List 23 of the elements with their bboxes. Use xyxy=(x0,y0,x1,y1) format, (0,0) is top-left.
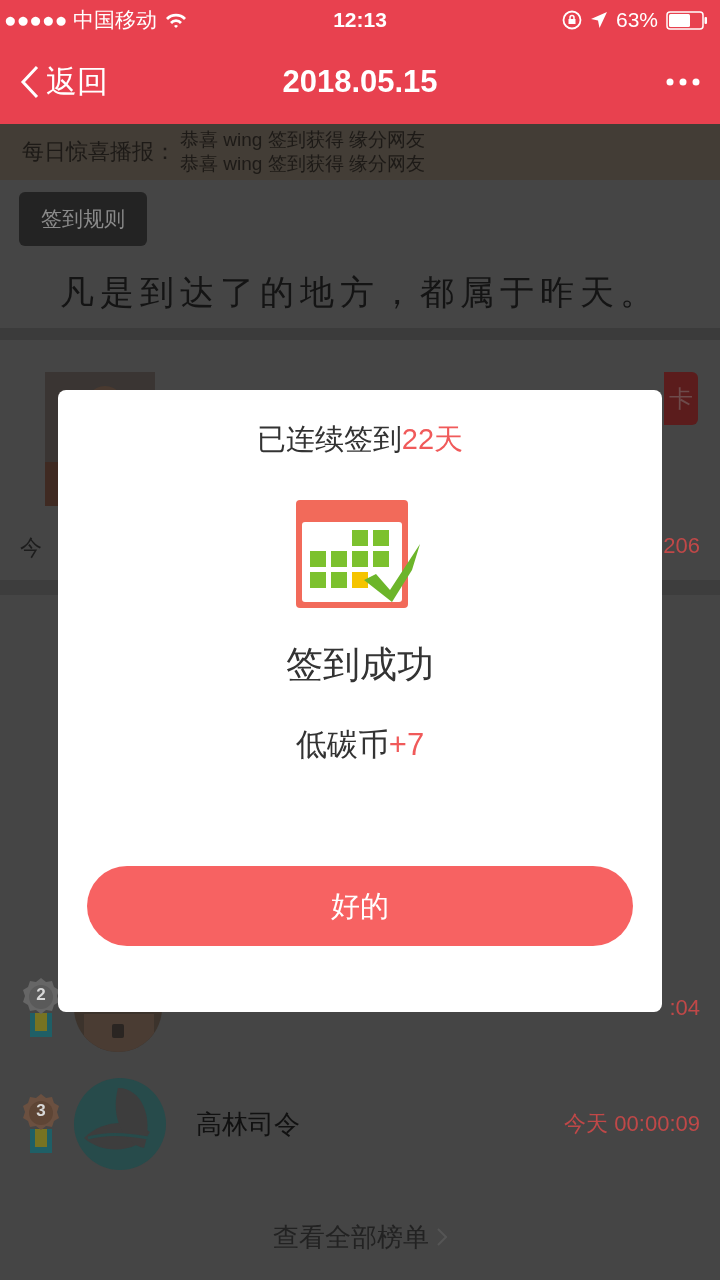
wifi-icon xyxy=(165,11,188,29)
rank-number: 3 xyxy=(35,1101,47,1121)
chevron-left-icon xyxy=(20,65,40,99)
location-arrow-icon xyxy=(589,11,608,29)
stat-value: 206 xyxy=(663,533,700,559)
battery-percent: 63% xyxy=(615,8,658,32)
medal-icon xyxy=(20,1093,62,1155)
clock-time: 12:13 xyxy=(333,8,387,31)
rank-number: 2 xyxy=(35,985,47,1005)
page-title: 2018.05.15 xyxy=(282,64,438,99)
ok-button[interactable]: 好的 xyxy=(87,866,633,946)
streak-text: 已连续签到22天 xyxy=(256,422,464,457)
carrier-signal: ●●●●● 中国移动 xyxy=(4,7,158,33)
rotation-lock-icon xyxy=(561,10,582,30)
reward-text: 低碳币+7 xyxy=(295,726,425,764)
sign-in-time: :04 xyxy=(669,995,700,1021)
sign-in-time: 今天 00:00:09 xyxy=(564,1110,700,1138)
more-icon[interactable] xyxy=(666,78,700,86)
success-title: 签到成功 xyxy=(286,643,434,687)
leaf-icon xyxy=(74,1078,166,1170)
rules-button[interactable]: 签到规则 xyxy=(19,192,147,246)
battery-icon xyxy=(666,10,708,30)
back-button[interactable]: 返回 xyxy=(20,61,108,103)
